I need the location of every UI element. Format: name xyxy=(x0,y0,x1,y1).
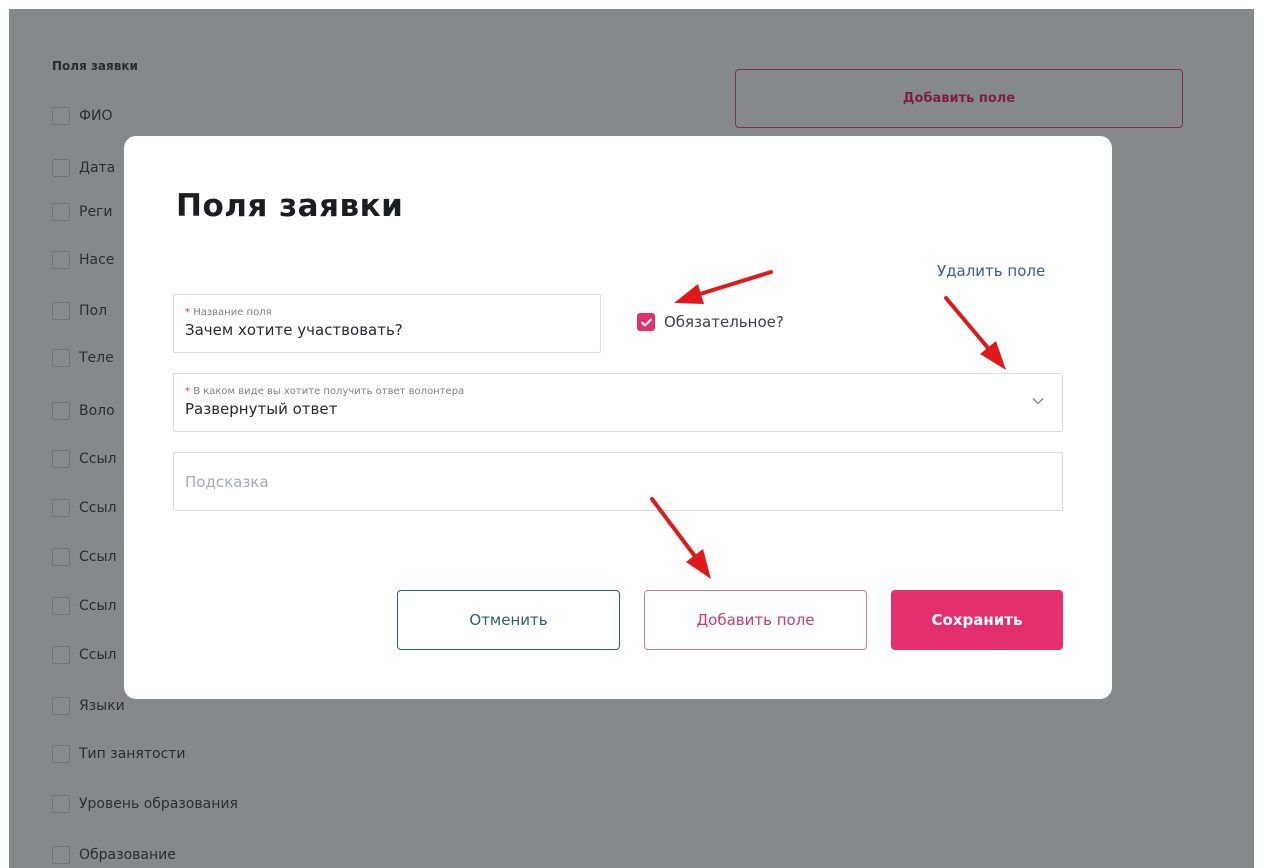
background-field-item: Ссыл xyxy=(52,596,116,616)
delete-field-link[interactable]: Удалить поле xyxy=(937,262,1045,280)
field-name-value: Зачем хотите участвовать? xyxy=(185,321,403,339)
answer-type-label: * В каком виде вы хотите получить ответ … xyxy=(185,386,465,397)
required-mark: * xyxy=(185,386,190,397)
chevron-down-icon[interactable] xyxy=(1031,396,1045,406)
save-button[interactable]: Сохранить xyxy=(891,590,1063,650)
checkbox-icon xyxy=(52,159,70,177)
background-field-item: Пол xyxy=(52,301,107,321)
checkbox-icon xyxy=(52,251,70,269)
add-field-button[interactable]: Добавить поле xyxy=(644,590,867,650)
background-field-item: Ссыл xyxy=(52,498,116,518)
background-field-item: Ссыл xyxy=(52,449,116,469)
background-field-item: Дата xyxy=(52,158,115,178)
background-field-item: Реги xyxy=(52,202,113,222)
checkbox-icon xyxy=(52,846,70,864)
field-name-label: * Название поля xyxy=(185,307,272,318)
checkbox-icon xyxy=(52,745,70,763)
background-field-item: Ссыл xyxy=(52,645,116,665)
checkbox-icon xyxy=(52,548,70,566)
checkbox-icon xyxy=(52,795,70,813)
checkbox-icon xyxy=(52,203,70,221)
checkbox-icon xyxy=(52,402,70,420)
checkbox-icon xyxy=(52,349,70,367)
background-field-item: Образование xyxy=(52,845,176,865)
cancel-button[interactable]: Отменить xyxy=(397,590,620,650)
checkbox-icon xyxy=(52,646,70,664)
background-field-item: Ссыл xyxy=(52,547,116,567)
background-add-field-button: Добавить поле xyxy=(735,69,1183,128)
background-field-item: Языки xyxy=(52,696,125,716)
checkbox-icon xyxy=(52,450,70,468)
application-fields-modal: Поля заявки Удалить поле * Название поля… xyxy=(124,136,1112,699)
required-checkbox-row[interactable]: Обязательное? xyxy=(637,313,784,331)
background-field-item: Теле xyxy=(52,348,114,368)
field-name-input[interactable]: * Название поля Зачем хотите участвовать… xyxy=(173,294,601,353)
required-checkbox[interactable] xyxy=(637,313,655,331)
required-checkbox-label: Обязательное? xyxy=(664,313,784,331)
background-field-item: Тип занятости xyxy=(52,744,186,764)
checkbox-icon xyxy=(52,499,70,517)
background-field-item: ФИО xyxy=(52,106,113,126)
modal-title: Поля заявки xyxy=(176,188,404,224)
answer-type-value: Развернутый ответ xyxy=(185,400,338,418)
checkbox-icon xyxy=(52,697,70,715)
background-field-item: Насе xyxy=(52,250,114,270)
required-mark: * xyxy=(185,307,190,318)
checkbox-icon xyxy=(52,302,70,320)
section-title: Поля заявки xyxy=(52,59,138,73)
hint-input[interactable] xyxy=(173,452,1063,511)
background-field-item: Воло xyxy=(52,401,115,421)
checkmark-icon xyxy=(640,318,652,326)
background-field-item: Уровень образования xyxy=(52,794,238,814)
answer-type-select[interactable]: * В каком виде вы хотите получить ответ … xyxy=(173,373,1063,432)
checkbox-icon xyxy=(52,597,70,615)
checkbox-icon xyxy=(52,107,70,125)
